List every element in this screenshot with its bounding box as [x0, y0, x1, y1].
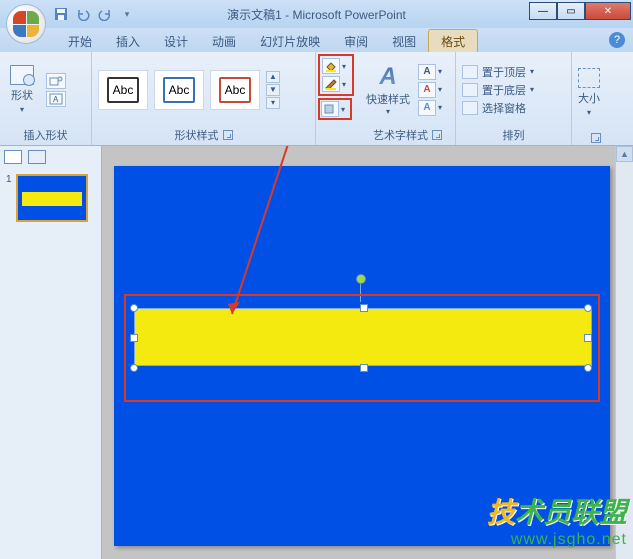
resize-handle-bc[interactable] — [360, 364, 368, 372]
close-button[interactable]: ✕ — [585, 2, 631, 20]
group-wordart-label: 艺术字样式 — [373, 127, 428, 143]
selection-pane-button[interactable]: 选择窗格 — [462, 100, 538, 116]
tab-home[interactable]: 开始 — [56, 30, 104, 52]
outline-dropdown-icon[interactable]: ▾ — [342, 80, 350, 89]
vertical-scrollbar[interactable]: ▲ — [615, 146, 633, 559]
bring-front-button[interactable]: 置于顶层▾ — [462, 64, 538, 80]
slide-canvas[interactable] — [114, 166, 610, 546]
text-box-icon[interactable]: A — [46, 91, 66, 107]
text-outline-button[interactable]: A▾ — [418, 82, 446, 98]
resize-handle-mr[interactable] — [584, 334, 592, 342]
maximize-button[interactable]: ▭ — [557, 2, 585, 20]
group-arrange-label: 排列 — [503, 127, 525, 143]
wordart-dialog-launcher[interactable] — [432, 130, 442, 140]
style-preset-3[interactable]: Abc — [210, 70, 260, 110]
tab-design[interactable]: 设计 — [152, 30, 200, 52]
tab-format[interactable]: 格式 — [428, 29, 478, 52]
gallery-more-icon[interactable]: ▾ — [266, 97, 280, 109]
qat-more-icon[interactable]: ▾ — [118, 5, 136, 23]
group-shape-styles-label: 形状样式 — [175, 127, 219, 143]
edit-shape-icon[interactable] — [46, 73, 66, 89]
text-outline-icon: A — [418, 82, 436, 98]
bring-front-icon — [462, 65, 478, 79]
slides-tab-icon[interactable] — [4, 150, 22, 164]
size-dialog-launcher[interactable] — [591, 133, 601, 143]
outline-pen-icon — [322, 76, 340, 92]
shape-outline-button[interactable]: ▾ — [322, 76, 350, 92]
save-icon[interactable] — [52, 5, 70, 23]
size-icon — [578, 68, 600, 88]
text-effects-button[interactable]: A▾ — [418, 100, 446, 116]
wordart-quickstyle-label: 快速样式 — [366, 91, 410, 107]
style-preset-1[interactable]: Abc — [98, 70, 148, 110]
office-button[interactable] — [6, 4, 46, 44]
send-back-icon — [462, 83, 478, 97]
shapes-icon — [10, 65, 34, 85]
redo-icon[interactable] — [96, 5, 114, 23]
resize-handle-ml[interactable] — [130, 334, 138, 342]
text-effects-icon: A — [418, 100, 436, 116]
resize-handle-br[interactable] — [584, 364, 592, 372]
quick-access-toolbar: ▾ — [52, 5, 136, 23]
tab-review[interactable]: 审阅 — [332, 30, 380, 52]
shapes-label: 形状 — [11, 87, 33, 103]
size-label: 大小 — [578, 90, 600, 106]
fill-bucket-icon — [322, 58, 340, 74]
slide-thumbnail-1[interactable]: 1 — [6, 174, 95, 222]
gallery-down-icon[interactable]: ▼ — [266, 84, 280, 96]
gallery-up-icon[interactable]: ▲ — [266, 71, 280, 83]
text-fill-button[interactable]: A▾ — [418, 64, 446, 80]
tab-animation[interactable]: 动画 — [200, 30, 248, 52]
resize-handle-tc[interactable] — [360, 304, 368, 312]
thumb-number: 1 — [6, 174, 12, 222]
outline-tab-icon[interactable] — [28, 150, 46, 164]
tab-slideshow[interactable]: 幻灯片放映 — [248, 30, 332, 52]
group-insert-shapes-label: 插入形状 — [24, 127, 68, 143]
rotation-handle[interactable] — [356, 274, 366, 284]
slide-editor[interactable]: ▲ — [102, 146, 633, 559]
resize-handle-tl[interactable] — [130, 304, 138, 312]
minimize-button[interactable]: — — [529, 2, 557, 20]
thumb-preview — [16, 174, 88, 222]
scroll-up-icon[interactable]: ▲ — [616, 146, 633, 162]
tab-view[interactable]: 视图 — [380, 30, 428, 52]
wordart-icon: A — [379, 63, 396, 91]
text-fill-icon: A — [418, 64, 436, 80]
annotation-selection-box — [124, 294, 600, 402]
shapes-button[interactable]: 形状 ▾ — [6, 63, 38, 116]
effects-dropdown-icon[interactable]: ▾ — [341, 105, 349, 114]
style-preset-2[interactable]: Abc — [154, 70, 204, 110]
resize-handle-tr[interactable] — [584, 304, 592, 312]
shape-fill-button[interactable]: ▾ — [322, 58, 350, 74]
shape-style-gallery[interactable]: Abc Abc Abc ▲ ▼ ▾ — [98, 70, 280, 110]
undo-icon[interactable] — [74, 5, 92, 23]
send-back-button[interactable]: 置于底层▾ — [462, 82, 538, 98]
selected-shape[interactable] — [134, 308, 592, 366]
wordart-quickstyle-button[interactable]: A 快速样式 ▾ — [366, 63, 410, 116]
help-icon[interactable]: ? — [609, 32, 625, 48]
fill-dropdown-icon[interactable]: ▾ — [342, 62, 350, 71]
window-title: 演示文稿1 - Microsoft PowerPoint — [227, 6, 406, 23]
resize-handle-bl[interactable] — [130, 364, 138, 372]
selection-pane-icon — [462, 101, 478, 115]
shape-effects-button[interactable]: ▾ — [318, 98, 352, 120]
effects-icon — [321, 101, 339, 117]
svg-text:A: A — [53, 95, 59, 104]
office-logo-icon — [13, 11, 39, 37]
size-button[interactable]: 大小 ▾ — [578, 68, 600, 117]
shape-styles-dialog-launcher[interactable] — [223, 130, 233, 140]
tab-insert[interactable]: 插入 — [104, 30, 152, 52]
